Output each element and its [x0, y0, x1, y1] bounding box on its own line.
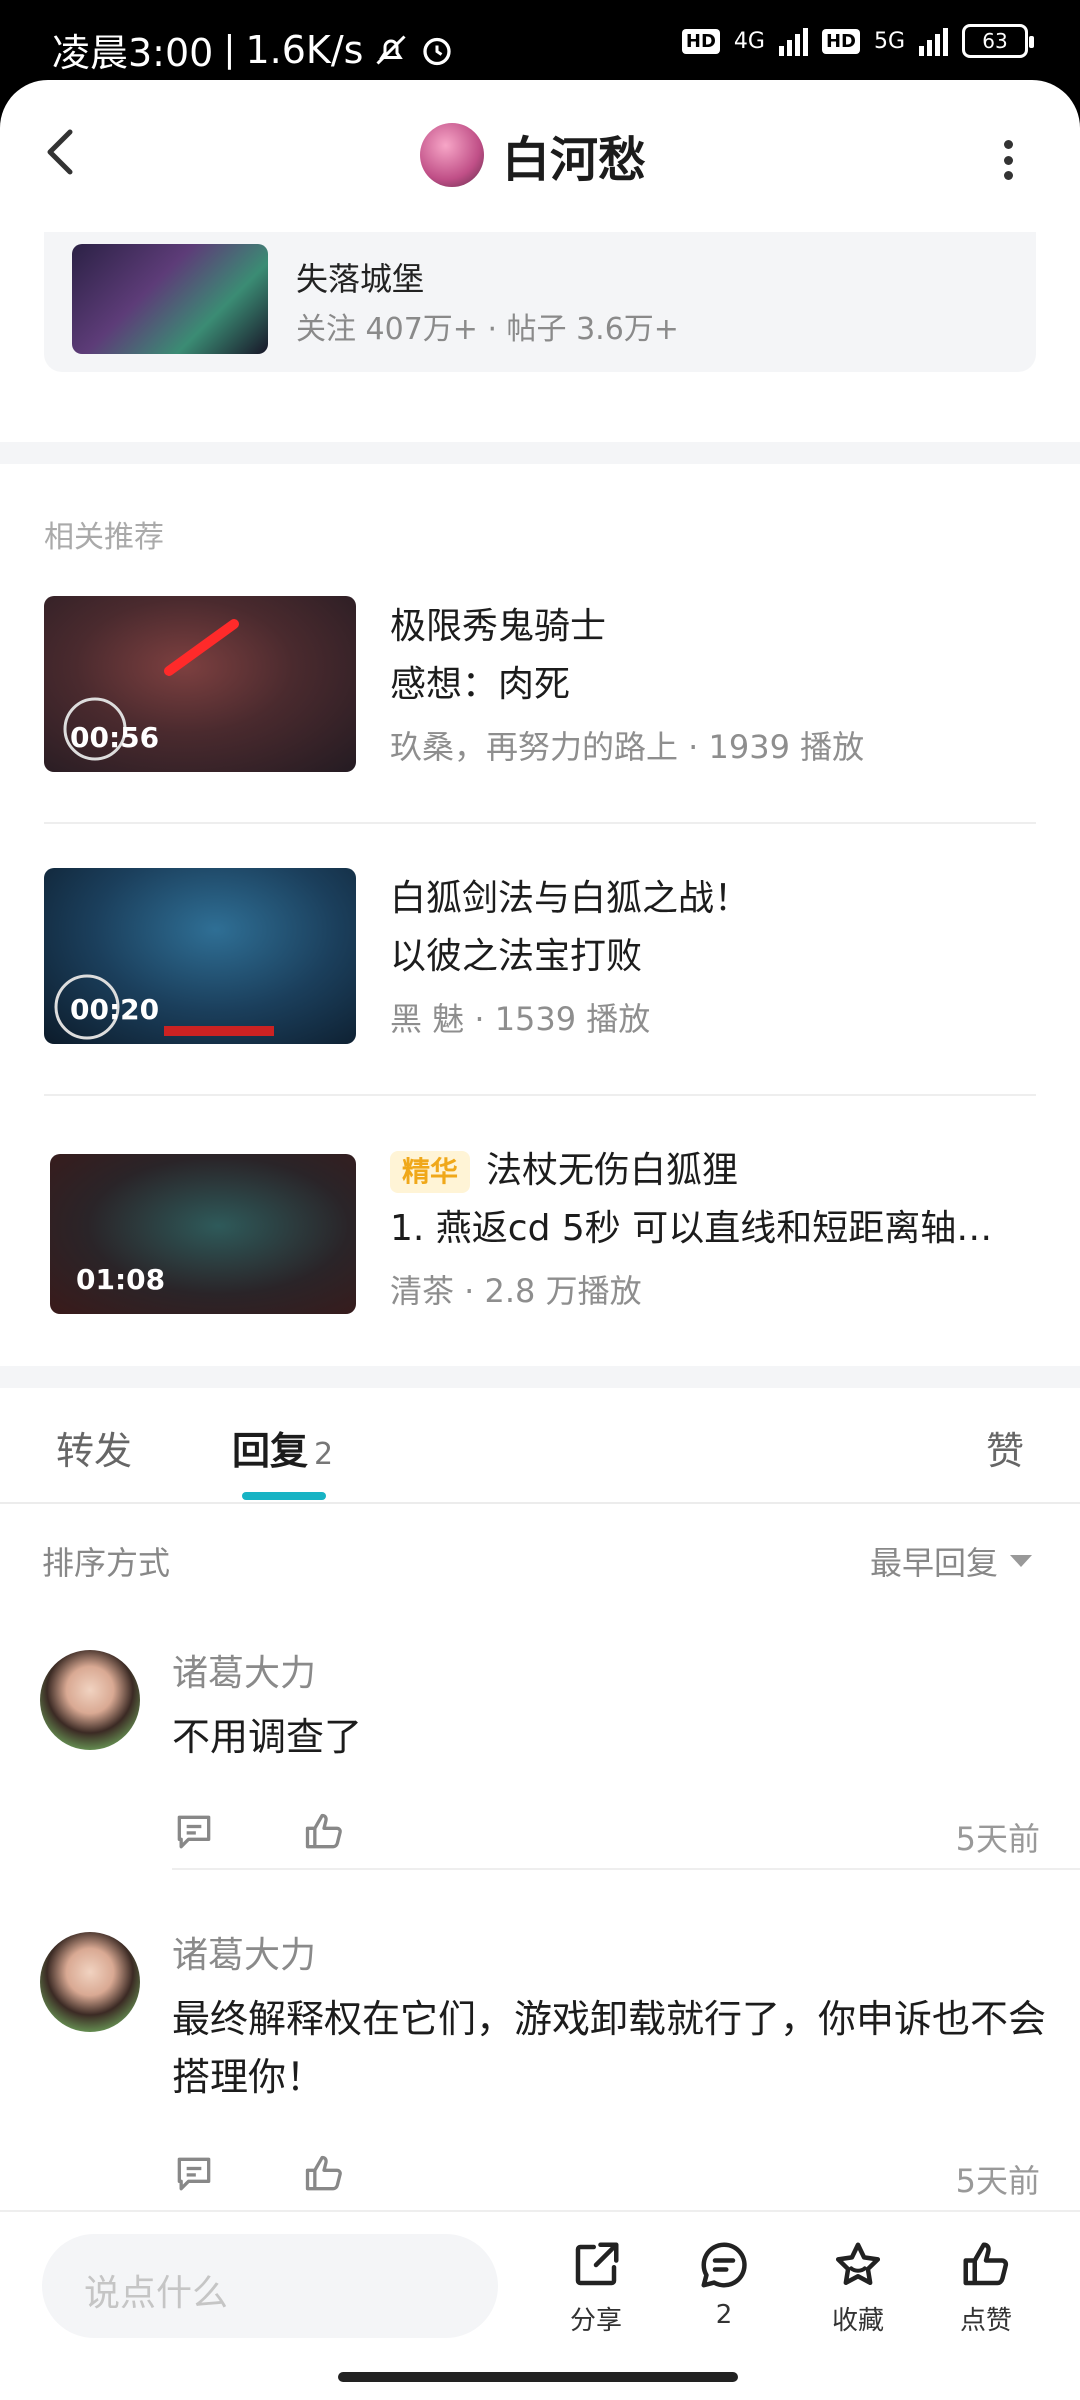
- header-title[interactable]: 白河愁: [420, 120, 646, 190]
- network-type-4g: 4G: [733, 28, 765, 54]
- mute-bell-icon: [376, 34, 406, 65]
- signal-icon: [778, 26, 808, 56]
- list-divider: [44, 822, 1036, 824]
- recommend-item[interactable]: 00:56 极限秀鬼骑士 感想：肉死 玖桑，再努力的路上 · 1939 播放: [44, 586, 1036, 776]
- back-button[interactable]: [40, 122, 100, 188]
- forum-card[interactable]: 失落城堡 关注 407万+ · 帖子 3.6万+: [44, 232, 1036, 372]
- more-vertical-icon: [1003, 140, 1013, 149]
- comment-text: 最终解释权在它们，游戏卸载就行了，你申诉也不会搭理你！: [172, 1997, 1047, 2099]
- sort-value: 最早回复: [869, 1544, 998, 1582]
- thumbs-up-icon: [963, 2242, 1009, 2286]
- video-thumbnail[interactable]: 01:08: [50, 1154, 356, 1314]
- sort-dropdown[interactable]: 最早回复: [870, 1538, 1032, 1584]
- forum-name: 失落城堡: [296, 260, 425, 298]
- video-subtitle: 1. 燕返cd 5秒 可以直线和短距离轴…: [390, 1208, 993, 1249]
- reply-bubble-icon[interactable]: [172, 2152, 216, 2196]
- recommend-item[interactable]: 00:20 白狐剑法与白狐之战！ 以彼之法宝打败 黑 魅 · 1539 播放: [44, 858, 1036, 1048]
- comment-actions: 5天前: [172, 1810, 1040, 1860]
- health-bar-graphic: [164, 1026, 274, 1036]
- favorite-button[interactable]: 收藏: [808, 2238, 908, 2337]
- video-duration: 01:08: [76, 1263, 166, 1296]
- recommend-item[interactable]: 01:08 精华 法杖无伤白狐狸 1. 燕返cd 5秒 可以直线和短距离轴… 清茶…: [44, 1130, 1036, 1320]
- author-name[interactable]: 白河愁: [502, 120, 646, 190]
- forum-stats: 关注 407万+ · 帖子 3.6万+: [296, 312, 679, 347]
- network-speed: 1.6K/s: [245, 27, 364, 72]
- comment-username[interactable]: 诸葛大力: [172, 1926, 316, 1978]
- video-duration: 00:56: [70, 721, 160, 754]
- video-thumbnail[interactable]: 00:56: [44, 596, 356, 772]
- comment-text: 不用调查了: [172, 1715, 363, 1759]
- section-divider: [0, 1366, 1080, 1388]
- comment-actions: 5天前: [172, 2152, 1040, 2202]
- user-avatar[interactable]: [40, 1650, 140, 1750]
- reply-count: 2: [314, 1437, 334, 1472]
- comment-time: 5天前: [955, 2162, 1040, 2200]
- hd-badge: HD: [681, 28, 720, 54]
- video-meta: 清茶 · 2.8 万播放: [390, 1272, 642, 1310]
- list-divider: [44, 1094, 1036, 1096]
- thumbs-up-icon[interactable]: [302, 2152, 346, 2196]
- author-avatar[interactable]: [420, 123, 484, 187]
- star-icon: [835, 2242, 881, 2286]
- battery-icon: 63: [962, 24, 1034, 58]
- video-subtitle: 以彼之法宝打败: [390, 936, 643, 977]
- game-effect-graphic: [164, 619, 239, 676]
- comment-input[interactable]: 说点什么: [42, 2234, 498, 2338]
- app-screen: 白河愁 失落城堡 关注 407万+ · 帖子 3.6万+ 相关推荐 00:56 …: [0, 80, 1080, 2400]
- share-label: 分享: [569, 2306, 622, 2336]
- share-button[interactable]: 分享: [546, 2238, 646, 2337]
- section-divider: [0, 442, 1080, 464]
- back-arrow-icon: [47, 129, 73, 175]
- recommend-label: 相关推荐: [44, 520, 164, 555]
- video-meta: 玖桑，再努力的路上 · 1939 播放: [390, 728, 865, 766]
- video-thumbnail[interactable]: 00:20: [44, 868, 356, 1044]
- video-title: 精华 法杖无伤白狐狸 1. 燕返cd 5秒 可以直线和短距离轴…: [390, 1150, 993, 1249]
- comment-button[interactable]: 2: [674, 2238, 774, 2330]
- signal-icon: [919, 26, 948, 56]
- user-avatar[interactable]: [40, 1932, 140, 2032]
- video-title: 极限秀鬼骑士 感想：肉死: [390, 606, 607, 705]
- like-button[interactable]: 点赞: [936, 2238, 1036, 2337]
- reply-bubble-icon[interactable]: [172, 1810, 216, 1854]
- home-indicator: [338, 2372, 738, 2382]
- video-subtitle: 感想：肉死: [390, 664, 571, 705]
- tab-reply[interactable]: 回复 2: [232, 1420, 333, 1475]
- list-divider: [172, 1868, 1080, 1870]
- comment-username[interactable]: 诸葛大力: [172, 1644, 316, 1696]
- comment-time: 5天前: [955, 1820, 1040, 1858]
- thumbs-up-icon[interactable]: [302, 1810, 346, 1854]
- comment-input-placeholder: 说点什么: [84, 2273, 229, 2314]
- triangle-down-icon: [1010, 1555, 1032, 1567]
- comment-count: 2: [715, 2300, 733, 2330]
- status-time: 凌晨3:00: [52, 31, 214, 75]
- favorite-label: 收藏: [831, 2306, 884, 2336]
- forum-thumbnail: [72, 244, 268, 354]
- network-type-5g: 5G: [873, 28, 905, 54]
- share-icon: [575, 2242, 619, 2286]
- more-options-button[interactable]: [1000, 140, 1016, 180]
- video-meta: 黑 魅 · 1539 播放: [390, 1000, 651, 1038]
- tab-forward[interactable]: 转发: [56, 1420, 132, 1475]
- comment-bubble-icon: [701, 2242, 747, 2288]
- featured-badge: 精华: [390, 1151, 471, 1193]
- like-label: 点赞: [959, 2306, 1012, 2336]
- video-title: 白狐剑法与白狐之战！ 以彼之法宝打败: [390, 878, 751, 977]
- hd-badge: HD: [821, 28, 860, 54]
- video-duration: 00:20: [70, 993, 160, 1026]
- alarm-icon: [423, 37, 452, 65]
- sort-label: 排序方式: [42, 1544, 171, 1582]
- tab-indicator: [242, 1492, 326, 1500]
- status-bar: 凌晨3:00 | 1.6K/s HD 4G HD 5G 63: [0, 0, 1080, 80]
- tab-bar: 转发 回复 2 赞: [0, 1390, 1080, 1504]
- tab-like[interactable]: 赞: [986, 1420, 1024, 1475]
- header: 白河愁: [0, 80, 1080, 230]
